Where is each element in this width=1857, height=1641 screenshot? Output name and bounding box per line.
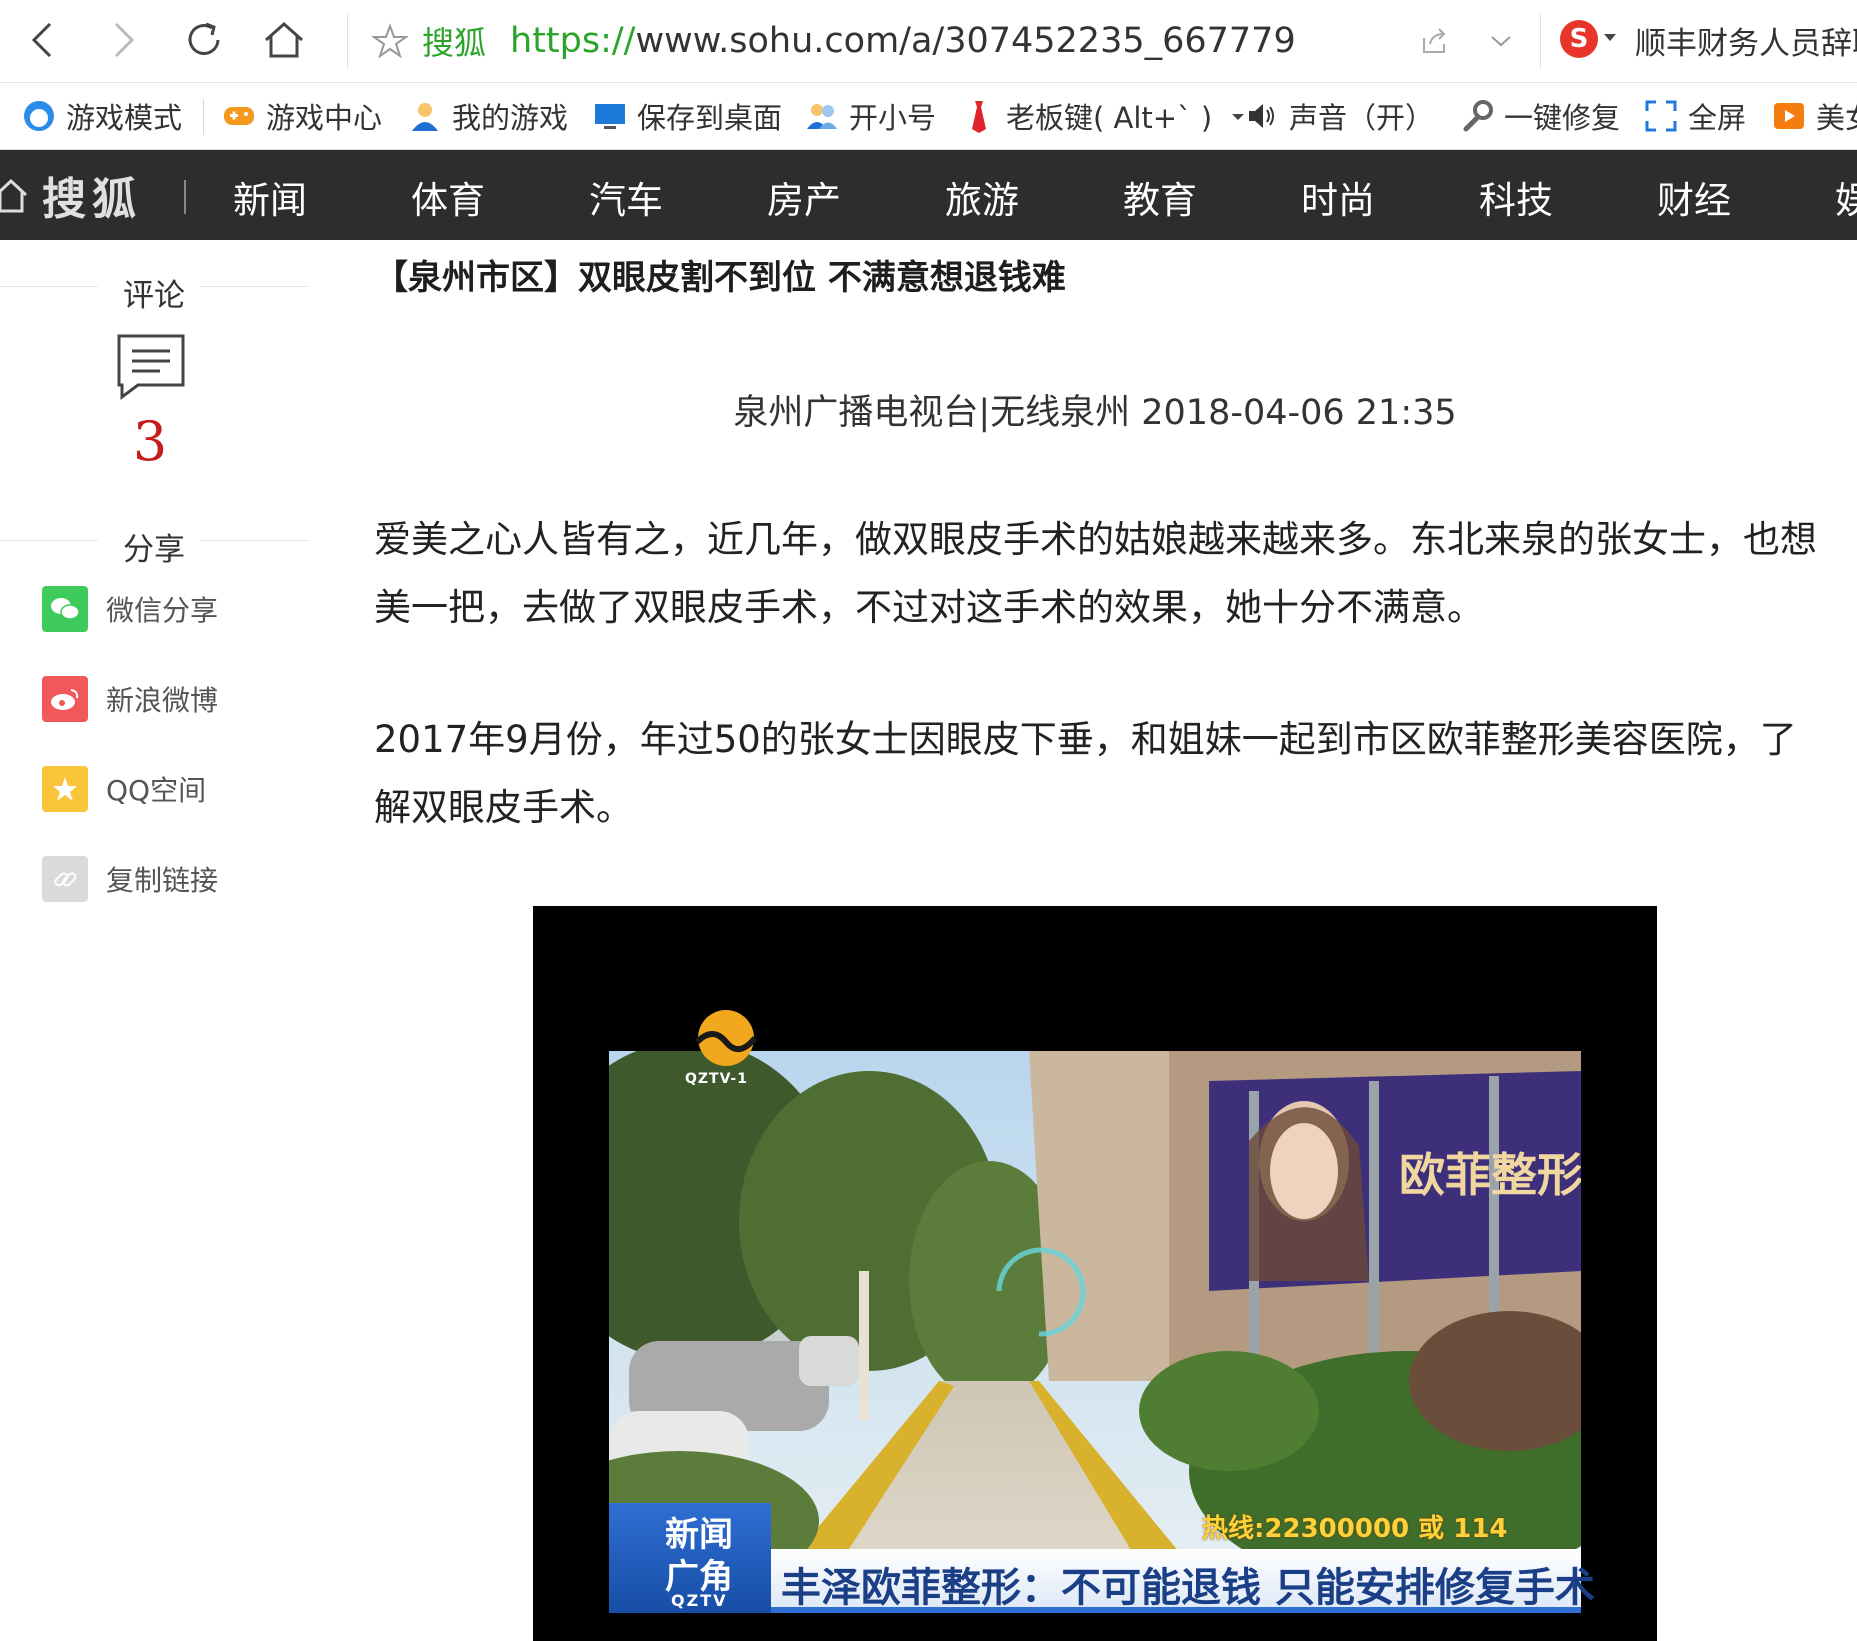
channel-logo-text: QZTV-1 [685,1071,748,1087]
fav-label: 美女 [1816,101,1857,135]
share-copy-link[interactable]: 复制链接 [42,856,218,902]
forward-arrow-icon [114,22,135,58]
site-navigation: 搜狐 新闻 体育 汽车 房产 旅游 教育 时尚 科技 财经 娱 [0,150,1857,240]
address-tools [1410,18,1516,64]
article-paragraph: 2017年9月份，年过50的张女士因眼皮下垂，和姐妹一起到市区欧菲整形美容医院，… [374,718,1797,829]
qzone-star-icon [42,766,88,812]
hotline-text: 热线:22300000 或 114 [1202,1514,1508,1544]
nav-entertainment[interactable]: 娱 [1835,170,1857,224]
storefront-sign: 欧菲整形 [1399,1148,1581,1202]
comment-section-title: 评论 [123,278,185,314]
article-title: 【泉州市区】双眼皮割不到位 不满意想退钱难 [374,258,1066,298]
weibo-icon [42,676,88,722]
article-meta: 泉州广播电视台|无线泉州 2018-04-06 21:35 [733,393,1457,433]
nav-travel[interactable]: 旅游 [945,170,1019,224]
url-site-name: 搜狐 [422,24,487,62]
share-label: 微信分享 [106,594,219,627]
share-section-title: 分享 [123,532,185,568]
fav-alt-account[interactable]: 开小号 [805,95,936,137]
nav-education[interactable]: 教育 [1123,170,1197,224]
sogou-search-icon[interactable]: S [1560,20,1598,58]
nav-house[interactable]: 房产 [767,170,841,224]
headline-bar: 丰泽欧菲整形：不可能退钱 只能安排修复手术 [771,1549,1595,1613]
fav-label: 老板键( Alt+` ) [1006,101,1213,135]
fav-video[interactable]: 美女 [1772,95,1857,137]
sohu-logo[interactable]: 搜狐 [0,166,142,225]
speaker-icon [1249,104,1274,128]
share-qzone[interactable]: QQ空间 [42,766,206,812]
qztv-logo-icon [694,1010,758,1066]
nav-news[interactable]: 新闻 [233,170,307,224]
back-arrow-icon [31,22,52,58]
wrench-icon [1463,100,1493,132]
share-label: 新浪微博 [106,684,219,717]
wechat-icon [42,586,88,632]
news-lower-third: 新闻 广角 QZTV 热线:22300000 或 114 丰泽欧菲整形：不可能退… [609,1503,1595,1613]
fav-label: 游戏模式 [66,101,183,135]
back-button[interactable] [22,18,66,62]
fav-label: 保存到桌面 [637,101,783,135]
fav-label: 全屏 [1688,101,1747,135]
refresh-icon [188,22,220,55]
gamepad-icon [224,107,254,125]
forward-button[interactable] [100,18,144,62]
video-headline: 丰泽欧菲整形：不可能退钱 只能安排修复手术 [781,1565,1595,1611]
url-field[interactable]: 搜狐 https://www.sohu.com/a/307452235_6677… [372,18,1296,64]
fav-label: 一键修复 [1504,101,1621,135]
fav-label: 声音（开） [1289,101,1435,135]
fav-save-desktop[interactable]: 保存到桌面 [593,95,782,137]
home-icon [265,21,303,58]
fullscreen-icon [1645,100,1677,132]
fav-fullscreen[interactable]: 全屏 [1644,95,1746,137]
nav-finance[interactable]: 财经 [1657,170,1731,224]
favorites-divider [203,99,204,135]
url-protocol: https:// [510,21,636,61]
logo-text: 搜狐 [42,174,142,225]
search-engine-caret-icon[interactable] [1604,34,1616,41]
program-badge: 新闻 广角 QZTV [609,1503,771,1613]
user-icon [412,103,438,131]
star-icon[interactable] [372,23,408,59]
nav-auto[interactable]: 汽车 [589,170,663,224]
share-weibo[interactable]: 新浪微博 [42,676,218,722]
fav-label: 我的游戏 [452,101,569,135]
video-icon [1774,103,1804,129]
address-bar: 搜狐 https://www.sohu.com/a/307452235_6677… [0,0,1857,83]
favorites-bar: 游戏模式 游戏中心 我的游戏 保存到桌面 开小号 老板键( Alt+` ) 声音… [0,83,1857,150]
fav-game-mode[interactable]: 游戏模式 [22,95,182,137]
nav-tech[interactable]: 科技 [1479,170,1553,224]
users-icon [807,104,837,129]
video-player[interactable]: 欧菲整形 QZTV-1 新闻 广角 QZTV 热线:22300000 或 114… [533,906,1657,1641]
refresh-button[interactable] [182,18,226,62]
url-text: www.sohu.com/a/307452235_667779 [635,21,1296,61]
fav-label: 游戏中心 [266,101,383,135]
fav-repair[interactable]: 一键修复 [1460,95,1620,137]
nav-fashion[interactable]: 时尚 [1301,170,1375,224]
fav-boss-key[interactable]: 老板键( Alt+` ) [962,95,1248,137]
link-icon [42,856,88,902]
nav-sports[interactable]: 体育 [411,170,485,224]
share-label: 复制链接 [106,864,219,897]
toolbar-divider [1540,14,1541,68]
chevron-down-icon[interactable] [1486,26,1516,56]
share-label: QQ空间 [106,774,207,807]
toolbar-divider [347,14,348,68]
game-mode-icon [24,101,54,131]
boss-key-icon [972,101,986,133]
share-page-icon[interactable] [1418,24,1452,58]
share-wechat[interactable]: 微信分享 [42,586,218,632]
fav-game-center[interactable]: 游戏中心 [222,95,382,137]
search-hot-news[interactable]: 顺丰财务人员辞职 [1635,18,1857,63]
program-channel: QZTV [671,1591,728,1610]
fav-sound[interactable]: 声音（开） [1245,95,1434,137]
desktop-icon [595,104,625,129]
nav-divider [184,180,186,214]
fav-my-games[interactable]: 我的游戏 [408,95,568,137]
fav-label: 开小号 [849,101,937,135]
home-button[interactable] [262,18,306,62]
article-paragraph: 爱美之心人皆有之，近几年，做双眼皮手术的姑娘越来越来多。东北来泉的张女士，也想美… [374,518,1817,629]
home-icon [0,178,28,213]
